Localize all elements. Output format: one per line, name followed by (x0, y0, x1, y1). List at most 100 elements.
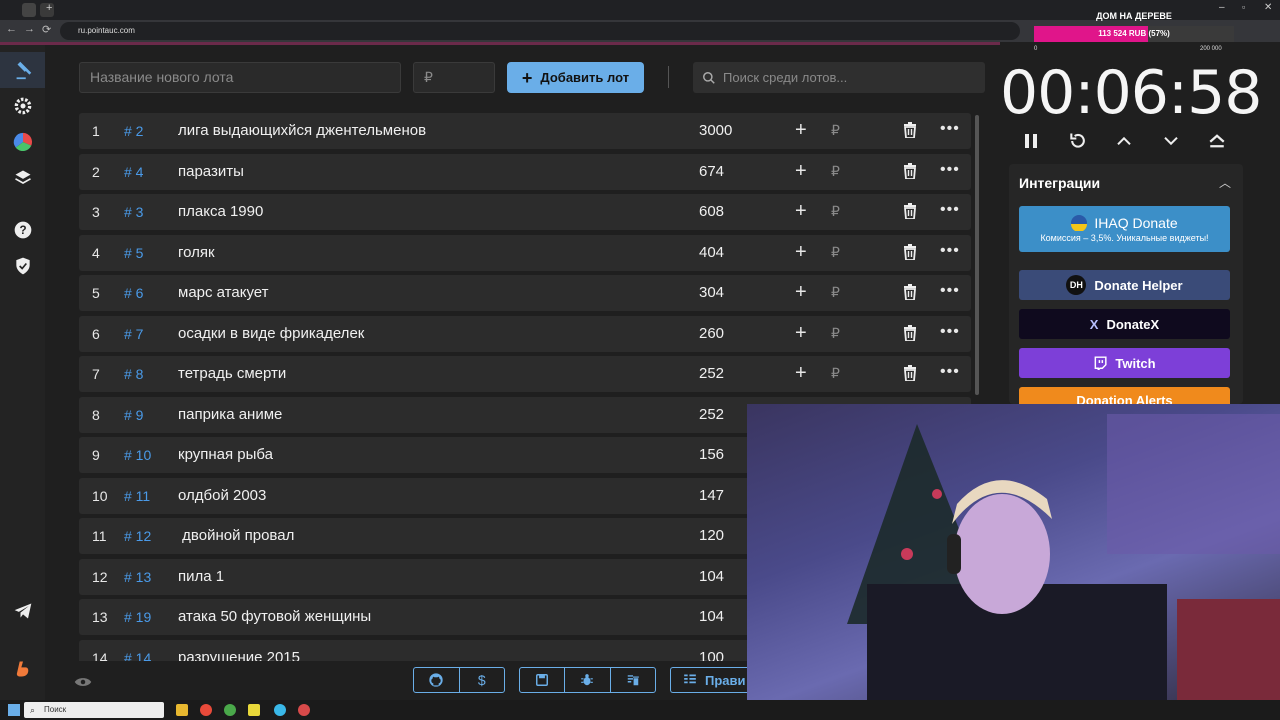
sidebar-item-help[interactable]: ? (0, 212, 45, 248)
currency-input[interactable]: ₽ (831, 203, 840, 220)
clear-button[interactable] (611, 668, 655, 692)
lot-row[interactable]: 3 # 3 плакса 1990 608 + ₽ ••• (79, 194, 971, 230)
delete-lot-button[interactable] (903, 365, 917, 386)
delete-lot-button[interactable] (903, 162, 917, 184)
lot-amount-input[interactable]: ₽ (413, 62, 495, 93)
boosty-icon (16, 661, 28, 677)
donate-helper-label: Donate Helper (1094, 277, 1183, 293)
windows-start-icon[interactable] (8, 704, 20, 716)
more-options-button[interactable]: ••• (940, 120, 960, 138)
more-options-button[interactable]: ••• (940, 282, 960, 300)
lot-name[interactable]: лига выдающихйся джентельменов (178, 122, 426, 139)
reload-icon[interactable]: ⟳ (42, 23, 51, 36)
delete-lot-button[interactable] (903, 122, 917, 143)
lot-name[interactable]: осадки в виде фрикаделек (178, 325, 364, 342)
plus-icon: + (521, 67, 533, 88)
close-icon[interactable]: ✕ (1264, 2, 1272, 13)
more-options-button[interactable]: ••• (940, 323, 960, 341)
currency-input[interactable]: ₽ (831, 325, 840, 342)
delete-lot-button[interactable] (903, 324, 917, 346)
lot-name[interactable]: голяк (178, 244, 215, 261)
add-amount-button[interactable]: + (795, 119, 807, 142)
lot-name[interactable]: паприка аниме (178, 406, 282, 423)
sidebar-item-auction[interactable] (0, 52, 45, 88)
sidebar-item-security[interactable] (0, 248, 45, 284)
lot-name[interactable]: паразиты (178, 163, 244, 180)
forward-icon[interactable]: → (24, 23, 35, 35)
add-lot-button[interactable]: + Добавить лот (507, 62, 644, 93)
add-amount-button[interactable]: + (795, 241, 807, 264)
taskbar-search[interactable]: ⌕ Поиск (24, 702, 164, 718)
bug-report-button[interactable] (565, 668, 611, 692)
sidebar-item-telegram[interactable] (0, 593, 45, 629)
lot-name-input[interactable]: Название нового лота (79, 62, 401, 93)
add-amount-button[interactable]: + (795, 160, 807, 183)
currency-input[interactable]: ₽ (831, 163, 840, 180)
currency-input[interactable]: ₽ (831, 122, 840, 139)
app-icon[interactable] (248, 704, 260, 716)
eye-icon[interactable] (74, 676, 92, 688)
donation-alerts-button[interactable]: Donation Alerts (1019, 387, 1230, 404)
url-field[interactable]: ru.pointauc.com (60, 22, 1020, 40)
rules-button[interactable]: Прави (671, 668, 747, 692)
ihaq-donate-button[interactable]: IHAQ Donate Комиссия – 3,5%. Уникальные … (1019, 206, 1230, 252)
subtract-time-button[interactable] (1156, 128, 1186, 154)
search-input[interactable]: Поиск среди лотов... (693, 62, 985, 93)
lot-name[interactable]: атака 50 футовой женщины (178, 608, 371, 625)
lot-name[interactable]: плакса 1990 (178, 203, 263, 220)
lot-id: # 2 (124, 123, 144, 139)
app-icon[interactable] (298, 704, 310, 716)
add-amount-button[interactable]: + (795, 322, 807, 345)
github-button[interactable] (414, 668, 460, 692)
sidebar-item-boosty[interactable] (0, 651, 45, 687)
back-icon[interactable]: ← (6, 23, 17, 35)
add-amount-button[interactable]: + (795, 362, 807, 385)
lot-row[interactable]: 5 # 6 марс атакует 304 + ₽ ••• (79, 275, 971, 311)
double-time-button[interactable] (1202, 128, 1232, 154)
reset-timer-button[interactable] (1063, 128, 1093, 154)
sidebar-item-layers[interactable] (0, 160, 45, 196)
donate-helper-button[interactable]: DH Donate Helper (1019, 270, 1230, 300)
lot-name[interactable]: крупная рыба (178, 446, 273, 463)
lot-name[interactable]: марс атакует (178, 284, 269, 301)
save-button[interactable] (520, 668, 566, 692)
maximize-icon[interactable]: ▫ (1242, 2, 1245, 12)
currency-input[interactable]: ₽ (831, 284, 840, 301)
lot-row[interactable]: 6 # 7 осадки в виде фрикаделек 260 + ₽ ••• (79, 315, 971, 352)
file-explorer-icon[interactable] (176, 704, 188, 716)
currency-input[interactable]: ₽ (831, 365, 840, 382)
chrome-icon[interactable] (200, 704, 212, 716)
app-icon[interactable] (274, 704, 286, 716)
twitch-button[interactable]: Twitch (1019, 348, 1230, 378)
browser-tab[interactable] (22, 3, 36, 17)
lot-row[interactable]: 2 # 4 паразиты 674 + ₽ ••• (79, 153, 971, 190)
more-options-button[interactable]: ••• (940, 201, 960, 219)
lot-name[interactable]: тетрадь смерти (178, 365, 286, 382)
currency-input[interactable]: ₽ (831, 244, 840, 261)
lot-row[interactable]: 4 # 5 голяк 404 + ₽ ••• (79, 234, 971, 271)
add-time-button[interactable] (1109, 128, 1139, 154)
add-amount-button[interactable]: + (795, 281, 807, 304)
more-options-button[interactable]: ••• (940, 363, 960, 381)
lot-row[interactable]: 7 # 8 тетрадь смерти 252 + ₽ ••• (79, 356, 971, 392)
sidebar-item-settings[interactable] (0, 88, 45, 124)
donate-button[interactable]: $ (460, 668, 505, 692)
more-options-button[interactable]: ••• (940, 161, 960, 179)
delete-lot-button[interactable] (903, 284, 917, 305)
scrollbar[interactable] (975, 115, 979, 395)
lot-name[interactable]: олдбой 2003 (178, 487, 266, 504)
delete-lot-button[interactable] (903, 243, 917, 265)
more-options-button[interactable]: ••• (940, 242, 960, 260)
lot-row[interactable]: 1 # 2 лига выдающихйся джентельменов 3000 + ₽… (79, 113, 971, 149)
chevron-up-icon[interactable]: ︿ (1219, 174, 1231, 191)
lot-name[interactable]: разрушение 2015 (178, 649, 300, 662)
lot-name[interactable]: пила 1 (178, 568, 224, 585)
lot-name[interactable]: двойной провал (178, 527, 294, 544)
pause-button[interactable] (1016, 128, 1046, 154)
sidebar-item-stats[interactable] (0, 124, 45, 160)
donatex-button[interactable]: X DonateX (1019, 309, 1230, 339)
chrome-icon[interactable] (224, 704, 236, 716)
delete-lot-button[interactable] (903, 203, 917, 224)
new-tab-icon[interactable]: + (46, 2, 52, 14)
add-amount-button[interactable]: + (795, 200, 807, 223)
